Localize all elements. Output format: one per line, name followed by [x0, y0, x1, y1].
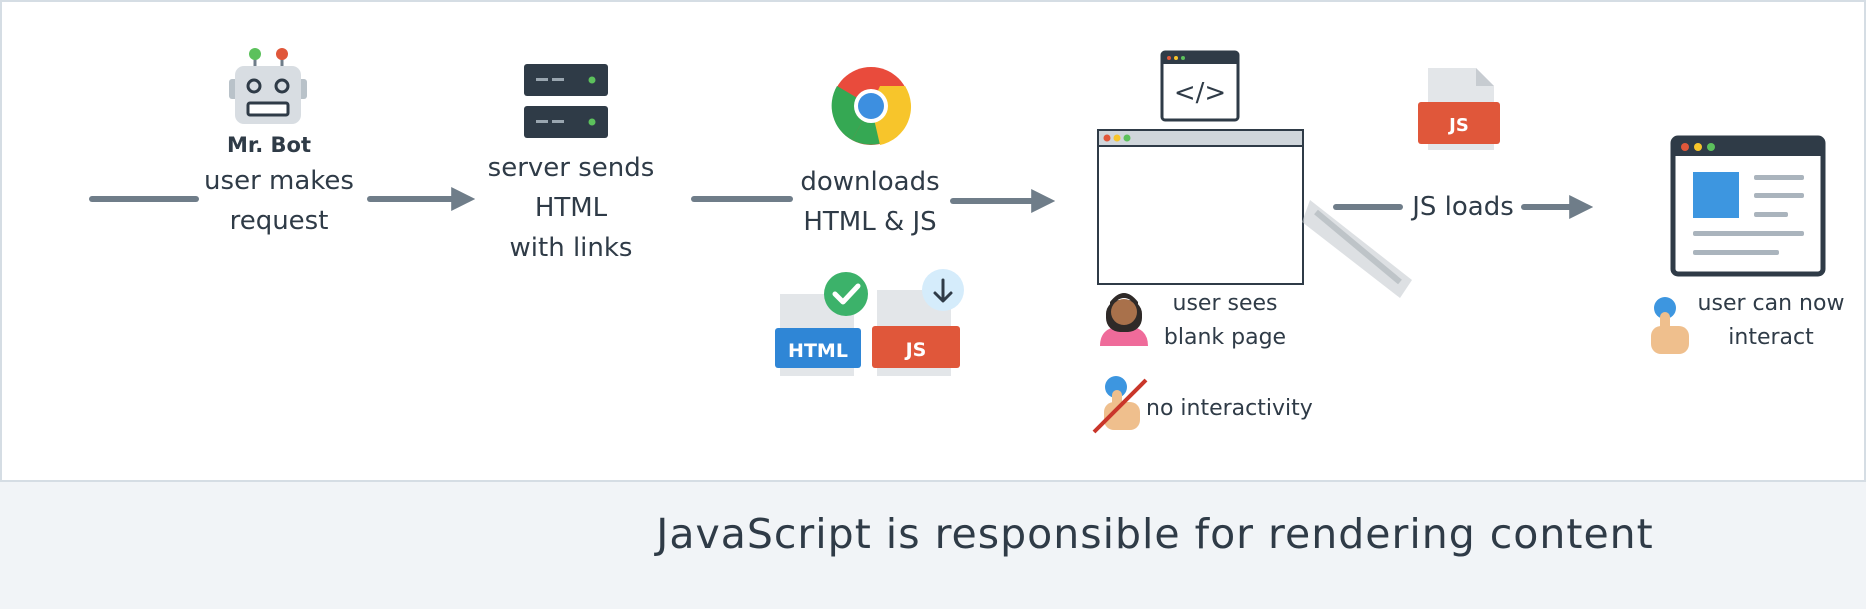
server-icon — [524, 64, 608, 138]
check-icon — [824, 272, 868, 316]
js-badge-label: JS — [904, 339, 927, 361]
download-icon — [922, 269, 964, 311]
server-label-line2: HTML — [534, 193, 608, 223]
blank-label-line1: user sees — [1172, 291, 1278, 316]
blank-label-line2: blank page — [1163, 325, 1287, 350]
bot-name: Mr. Bot — [226, 133, 312, 157]
html-badge-label: HTML — [788, 340, 848, 362]
js-loads-label: JS loads — [1412, 192, 1514, 222]
caption: JavaScript is responsible for rendering … — [656, 510, 1654, 558]
motion-streak — [1302, 200, 1412, 298]
browser-label-line2: HTML & JS — [803, 207, 937, 237]
final-label-line1: user can now — [1697, 291, 1845, 316]
final-label-line2: interact — [1728, 325, 1814, 350]
chrome-icon — [831, 67, 912, 145]
pointer-hand-icon — [1651, 297, 1689, 354]
code-window-icon: </> — [1160, 50, 1240, 122]
browser-label-line1: downloads — [800, 167, 940, 197]
user-avatar-icon — [1100, 293, 1148, 346]
server-label-line3: with links — [509, 233, 633, 263]
no-interactivity-label: no interactivity — [1146, 396, 1313, 421]
no-interactivity-icon — [1092, 376, 1148, 434]
robot-icon — [229, 48, 307, 124]
bot-label-line2: request — [229, 206, 329, 236]
js-loads-file-icon: JS — [1418, 68, 1500, 150]
bot-label-line1: user makes — [204, 166, 354, 196]
rendered-page-window — [1670, 135, 1826, 277]
blank-browser-window — [1097, 129, 1304, 285]
code-icon-text: </> — [1174, 78, 1226, 108]
server-label-line1: server sends — [487, 153, 655, 183]
js-loads-badge-label: JS — [1447, 115, 1469, 136]
